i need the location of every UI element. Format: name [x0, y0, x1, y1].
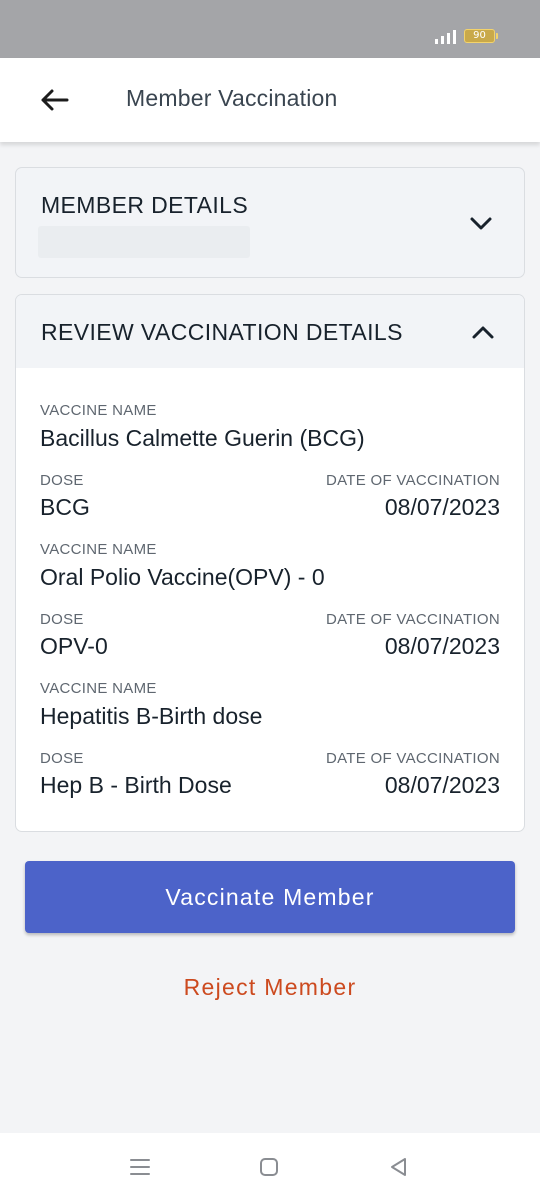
arrow-left-icon: [41, 89, 69, 111]
home-square-icon: [260, 1158, 278, 1176]
vaccine-name-value: Bacillus Calmette Guerin (BCG): [40, 425, 365, 451]
member-info-placeholder: [38, 226, 250, 258]
member-details-card[interactable]: MEMBER DETAILS: [15, 167, 525, 278]
dose-label: DOSE: [40, 472, 84, 489]
vaccine-name-label: VACCINE NAME: [40, 402, 157, 419]
review-header[interactable]: REVIEW VACCINATION DETAILS: [16, 295, 524, 368]
chevron-up-icon: [472, 326, 494, 339]
battery-icon: 90: [464, 29, 498, 43]
dose-value: OPV-0: [40, 633, 108, 659]
menu-icon: [130, 1159, 150, 1175]
app-bar: Member Vaccination: [0, 58, 540, 142]
status-bar: 90: [0, 0, 540, 58]
back-nav-button[interactable]: [383, 1153, 413, 1181]
date-value: 08/07/2023: [384, 633, 500, 659]
vaccine-name-label: VACCINE NAME: [40, 541, 157, 558]
date-label: DATE OF VACCINATION: [325, 472, 500, 489]
signal-icon: [435, 30, 456, 44]
reject-member-button[interactable]: Reject Member: [120, 964, 420, 1010]
dose-value: BCG: [40, 494, 90, 520]
vaccine-name-value: Hepatitis B-Birth dose: [40, 703, 263, 729]
triangle-back-icon: [391, 1158, 406, 1176]
dose-label: DOSE: [40, 611, 84, 628]
expand-button[interactable]: [466, 208, 496, 238]
review-title: REVIEW VACCINATION DETAILS: [41, 319, 403, 345]
vaccine-name-value: Oral Polio Vaccine(OPV) - 0: [40, 564, 325, 590]
review-vaccination-card: REVIEW VACCINATION DETAILS VACCINE NAME …: [15, 294, 525, 832]
back-button[interactable]: [32, 80, 76, 120]
vaccine-name-label: VACCINE NAME: [40, 680, 157, 697]
page-title: Member Vaccination: [126, 85, 338, 111]
vaccinate-member-button[interactable]: Vaccinate Member: [25, 861, 515, 933]
dose-value: Hep B - Birth Dose: [40, 772, 232, 798]
member-details-title: MEMBER DETAILS: [41, 192, 249, 218]
system-nav-bar: [0, 1133, 540, 1200]
date-label: DATE OF VACCINATION: [325, 611, 500, 628]
dose-label: DOSE: [40, 750, 84, 767]
collapse-button[interactable]: [468, 317, 498, 347]
date-label: DATE OF VACCINATION: [325, 750, 500, 767]
date-value: 08/07/2023: [384, 494, 500, 520]
home-button[interactable]: [254, 1153, 284, 1181]
chevron-down-icon: [470, 217, 492, 230]
recent-apps-button[interactable]: [125, 1153, 155, 1181]
date-value: 08/07/2023: [384, 772, 500, 798]
